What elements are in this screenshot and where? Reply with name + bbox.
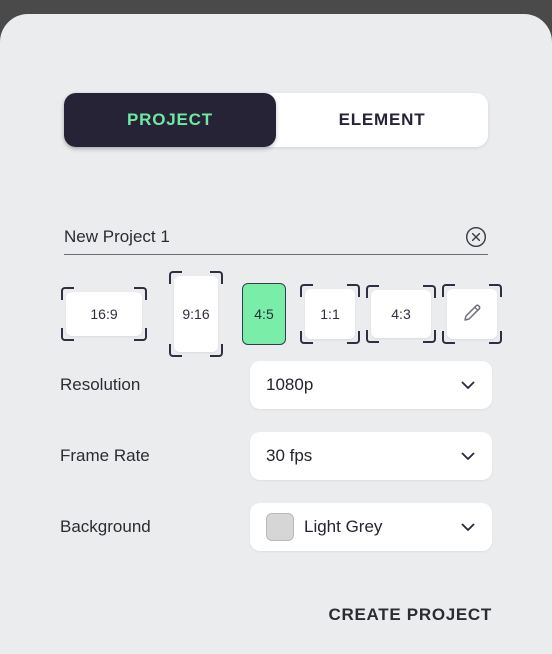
aspect-ratio-option-1-1[interactable]: 1:1 — [298, 269, 362, 359]
resolution-label: Resolution — [60, 375, 141, 394]
new-project-dialog: PROJECT ELEMENT 16:9 — [0, 14, 552, 654]
corner-bracket-icon — [442, 284, 455, 297]
corner-bracket-icon — [347, 284, 360, 297]
background-value: Light Grey — [304, 517, 383, 536]
frame-rate-value: 30 fps — [266, 446, 313, 465]
aspect-ratio-option-9-16[interactable]: 9:16 — [164, 269, 228, 359]
corner-bracket-icon — [169, 271, 182, 284]
setting-row-frame-rate: Frame Rate 30 fps — [60, 432, 492, 480]
corner-bracket-icon — [61, 287, 74, 300]
aspect-ratio-label: 9:16 — [182, 306, 210, 322]
aspect-ratio-option-4-3[interactable]: 4:3 — [366, 269, 436, 359]
corner-bracket-icon — [442, 331, 455, 344]
corner-bracket-icon — [169, 344, 182, 357]
corner-bracket-icon — [489, 284, 502, 297]
aspect-ratio-label: 1:1 — [320, 306, 340, 322]
frame-rate-dropdown[interactable]: 30 fps — [250, 432, 492, 480]
corner-bracket-icon — [134, 328, 147, 341]
background-dropdown[interactable]: Light Grey — [250, 503, 492, 551]
corner-bracket-icon — [423, 330, 436, 343]
aspect-ratio-label: 4:3 — [391, 306, 411, 322]
corner-bracket-icon — [134, 287, 147, 300]
project-name-field — [64, 219, 488, 255]
chevron-down-icon — [458, 446, 478, 466]
tab-project[interactable]: PROJECT — [64, 93, 276, 147]
setting-row-background: Background Light Grey — [60, 503, 492, 551]
aspect-ratio-option-custom[interactable] — [440, 269, 504, 359]
chevron-down-icon — [458, 517, 478, 537]
corner-bracket-icon — [489, 331, 502, 344]
aspect-ratio-option-16-9[interactable]: 16:9 — [61, 269, 147, 359]
setting-row-resolution: Resolution 1080p — [60, 361, 492, 409]
aspect-ratio-selector: 16:9 9:16 4:5 1:1 4:3 — [61, 269, 502, 359]
corner-bracket-icon — [61, 328, 74, 341]
corner-bracket-icon — [366, 330, 379, 343]
tab-element-label: ELEMENT — [338, 110, 426, 129]
tab-element[interactable]: ELEMENT — [276, 93, 488, 147]
aspect-ratio-option-4-5[interactable]: 4:5 — [232, 269, 296, 359]
resolution-dropdown[interactable]: 1080p — [250, 361, 492, 409]
background-label: Background — [60, 517, 151, 536]
frame-rate-label: Frame Rate — [60, 446, 150, 465]
corner-bracket-icon — [423, 285, 436, 298]
corner-bracket-icon — [210, 344, 223, 357]
corner-bracket-icon — [347, 331, 360, 344]
background-color-swatch[interactable] — [266, 513, 294, 541]
corner-bracket-icon — [366, 285, 379, 298]
resolution-value: 1080p — [266, 375, 314, 394]
create-project-button[interactable]: CREATE PROJECT — [329, 605, 492, 625]
corner-bracket-icon — [300, 331, 313, 344]
aspect-ratio-label: 16:9 — [90, 306, 118, 322]
project-name-input[interactable] — [64, 223, 465, 250]
aspect-ratio-label: 4:5 — [254, 306, 274, 322]
tab-project-label: PROJECT — [127, 110, 213, 129]
mode-tab-bar: PROJECT ELEMENT — [64, 93, 488, 147]
circle-x-icon[interactable] — [465, 226, 487, 248]
corner-bracket-icon — [300, 284, 313, 297]
pencil-icon — [460, 301, 484, 328]
corner-bracket-icon — [210, 271, 223, 284]
chevron-down-icon — [458, 375, 478, 395]
